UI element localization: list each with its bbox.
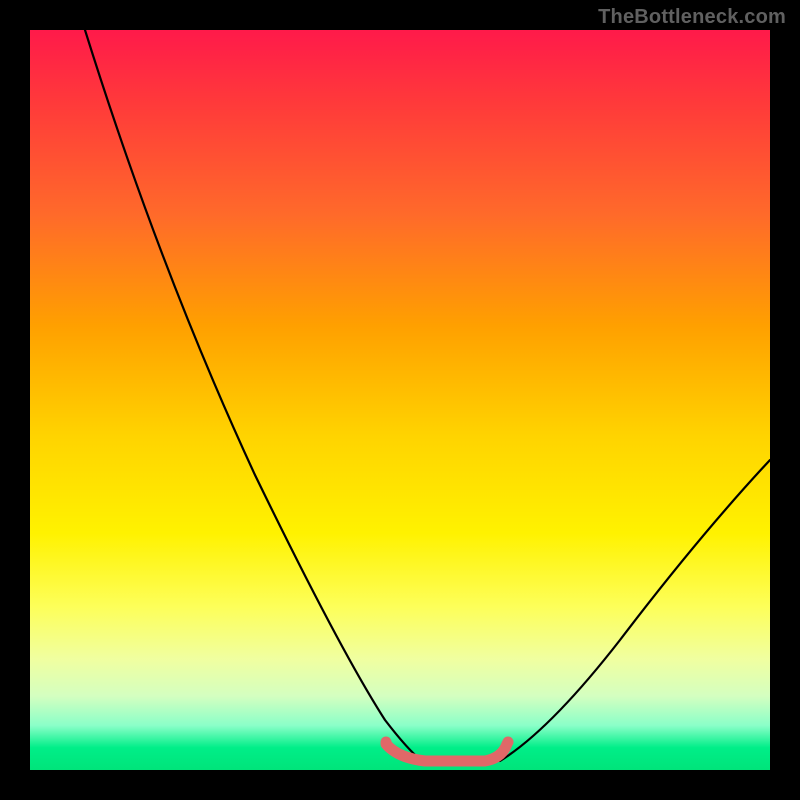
- watermark-text: TheBottleneck.com: [598, 6, 786, 29]
- band-dot-left: [381, 737, 392, 748]
- plot-area: [30, 30, 770, 770]
- band-dot-right: [503, 737, 514, 748]
- curve-left: [85, 30, 422, 761]
- curve-right: [500, 460, 770, 761]
- optimal-band: [386, 744, 507, 761]
- curve-overlay: [30, 30, 770, 770]
- chart-container: TheBottleneck.com: [0, 0, 800, 800]
